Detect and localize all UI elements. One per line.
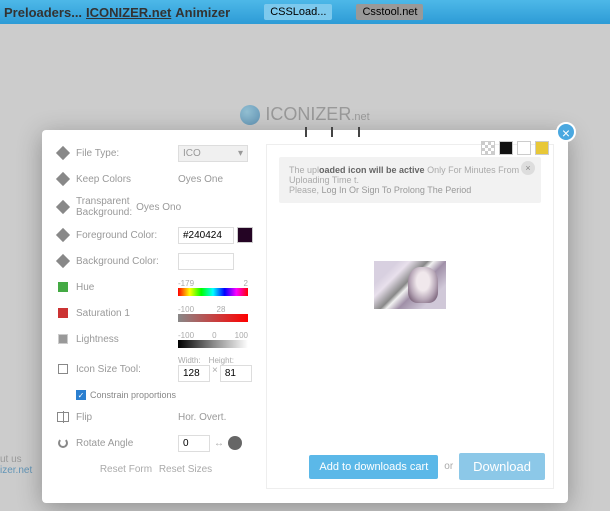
rotate-row: Rotate Angle ↔ <box>56 434 256 452</box>
color-picks <box>481 141 549 155</box>
fg-color-swatch[interactable] <box>237 227 253 243</box>
keep-colors-label: Keep Colors <box>76 174 178 185</box>
chevron-down-icon: ▾ <box>238 148 243 159</box>
bg-pick-yellow[interactable] <box>535 141 549 155</box>
bg-color-row: Background Color: <box>56 252 256 270</box>
settings-panel: File Type: ICO▾ Keep Colors Oyes One Tra… <box>56 144 256 489</box>
nav-cssload[interactable]: CSSLoad... <box>264 4 332 20</box>
flip-icon <box>56 410 70 424</box>
rotate-label: Rotate Angle <box>76 438 178 449</box>
flip-row: Flip Hor. Overt. <box>56 408 256 426</box>
swap-icon[interactable]: ↔ <box>214 438 224 449</box>
hue-row: Hue -1792 <box>56 278 256 296</box>
info-message: × The uploaded icon will be active Only … <box>279 157 541 203</box>
hue-label: Hue <box>76 282 178 293</box>
top-nav-bar: Preloaders... ICONIZER.net Animizer CSSL… <box>0 0 610 24</box>
rotate-input[interactable] <box>178 435 210 452</box>
info-close-icon[interactable]: × <box>521 161 535 175</box>
nav-preloaders[interactable]: Preloaders... <box>4 5 82 20</box>
preview-area <box>267 215 553 355</box>
preview-image <box>374 261 446 309</box>
constrain-checkbox[interactable]: ✓ <box>76 390 86 400</box>
nav-animizer[interactable]: Animizer <box>175 5 230 20</box>
fg-color-icon <box>56 228 70 242</box>
keep-colors-icon <box>56 172 70 186</box>
constrain-label: Constrain proportions <box>90 390 176 400</box>
add-to-cart-button[interactable]: Add to downloads cart <box>309 455 438 479</box>
size-label: Icon Size Tool: <box>76 364 178 375</box>
fg-color-row: Foreground Color: <box>56 226 256 244</box>
bg-pick-white[interactable] <box>517 141 531 155</box>
icon-size-row: Icon Size Tool: Width:Height: × <box>56 356 256 382</box>
flip-option[interactable]: Hor. Overt. <box>178 412 256 423</box>
bg-pick-transparent[interactable] <box>481 141 495 155</box>
bg-pick-black[interactable] <box>499 141 513 155</box>
fg-color-label: Foreground Color: <box>76 230 178 241</box>
download-button[interactable]: Download <box>459 453 545 480</box>
bg-color-icon <box>56 254 70 268</box>
constrain-row[interactable]: ✓ Constrain proportions <box>76 390 256 400</box>
transparent-icon <box>56 200 70 214</box>
saturation-label: Saturation 1 <box>76 308 178 319</box>
lightness-slider[interactable] <box>178 340 248 348</box>
reset-sizes-link[interactable]: Reset Sizes <box>159 464 212 475</box>
lightness-row: Lightness -1000100 <box>56 330 256 348</box>
file-type-icon <box>56 146 70 160</box>
hue-icon <box>56 280 70 294</box>
or-text: or <box>444 461 453 472</box>
reset-links: Reset Form Reset Sizes <box>56 464 256 475</box>
file-type-label: File Type: <box>76 148 178 159</box>
transparent-value[interactable]: Oyes Ono <box>136 202 181 213</box>
lightness-label: Lightness <box>76 334 178 345</box>
nav-iconizer[interactable]: ICONIZER.net <box>86 5 171 20</box>
transparent-label: Transparent Background: <box>76 196 132 218</box>
lightness-icon <box>56 332 70 346</box>
keep-colors-value[interactable]: Oyes One <box>178 174 256 185</box>
file-type-row: File Type: ICO▾ <box>56 144 256 162</box>
size-icon <box>56 362 70 376</box>
info-icon[interactable] <box>228 436 242 450</box>
action-bar: Add to downloads cart or Download <box>309 453 545 480</box>
bg-color-input[interactable] <box>178 253 234 270</box>
close-icon[interactable]: × <box>556 122 576 142</box>
rotate-icon <box>56 436 70 450</box>
bg-color-label: Background Color: <box>76 256 178 267</box>
preview-panel: × The uploaded icon will be active Only … <box>266 144 554 489</box>
hue-slider[interactable] <box>178 288 248 296</box>
width-input[interactable] <box>178 365 210 382</box>
fg-color-input[interactable] <box>178 227 234 244</box>
file-type-select[interactable]: ICO▾ <box>178 145 248 162</box>
keep-colors-row: Keep Colors Oyes One <box>56 170 256 188</box>
nav-csstool[interactable]: Csstool.net <box>356 4 423 20</box>
saturation-icon <box>56 306 70 320</box>
flip-label: Flip <box>76 412 178 423</box>
transparent-bg-row: Transparent Background: Oyes Ono <box>56 196 256 218</box>
saturation-slider[interactable] <box>178 314 248 322</box>
login-link[interactable]: Log In Or Sign To Prolong The Period <box>322 185 472 195</box>
height-input[interactable] <box>220 365 252 382</box>
editor-modal: × File Type: ICO▾ Keep Colors Oyes One T… <box>42 130 568 503</box>
reset-form-link[interactable]: Reset Form <box>100 464 152 475</box>
saturation-row: Saturation 1 -10028 <box>56 304 256 322</box>
